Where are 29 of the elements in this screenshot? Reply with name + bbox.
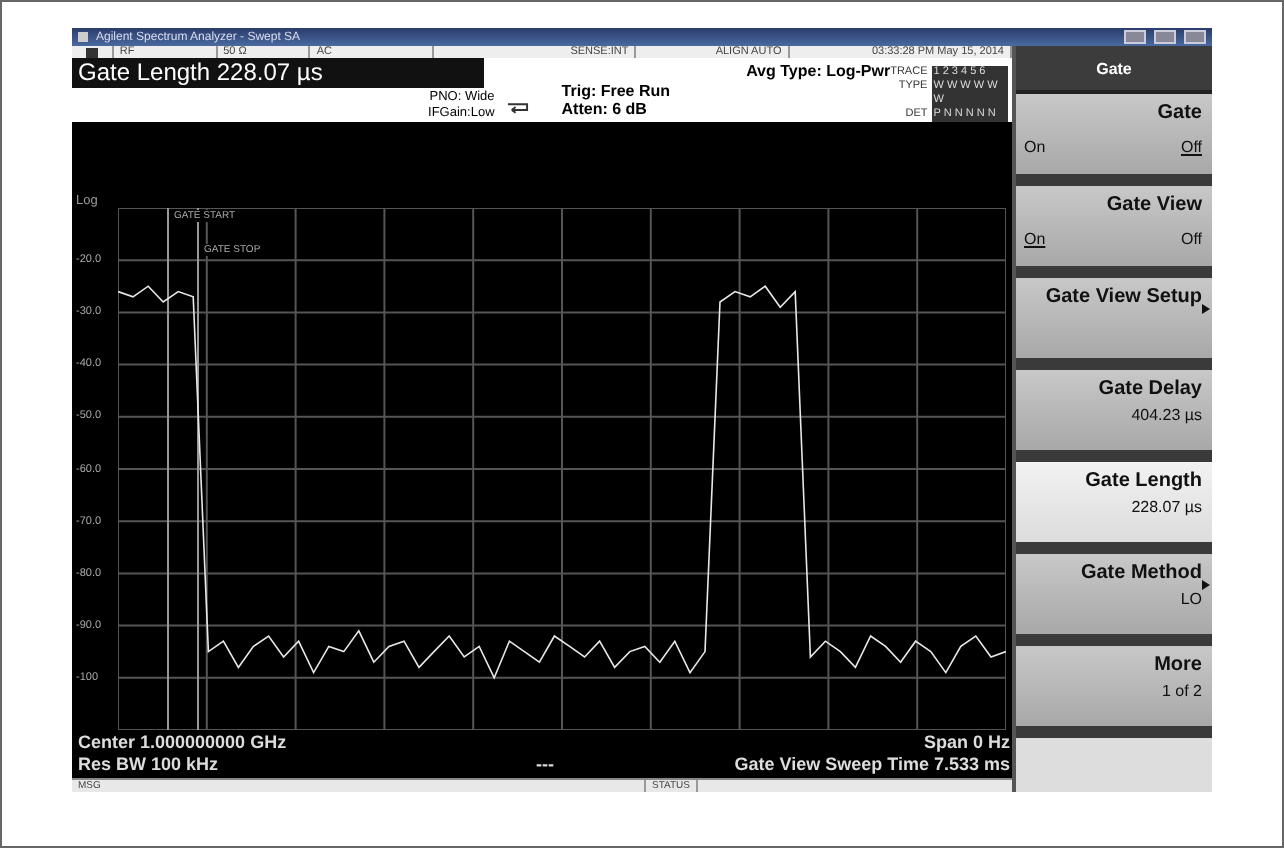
- menu-title: Gate: [1016, 46, 1212, 94]
- sweep-time: Gate View Sweep Time 7.533 ms: [732, 754, 1012, 774]
- toggle-option[interactable]: On: [1024, 230, 1046, 248]
- app-icon: [78, 32, 88, 42]
- softkey-button[interactable]: Gate Delay 404.23 µs: [1016, 370, 1212, 462]
- span-readout: Span 0 Hz: [921, 732, 1012, 752]
- softkey-button[interactable]: Gate On Off: [1016, 94, 1212, 186]
- softkey-button[interactable]: Gate Length 228.07 µs: [1016, 462, 1212, 554]
- softkey-button[interactable]: Gate Method LO: [1016, 554, 1212, 646]
- close-button[interactable]: [1184, 30, 1206, 44]
- maximize-button[interactable]: [1154, 30, 1176, 44]
- trigger-setting: Trig: Free Run: [561, 82, 673, 100]
- average-type: Avg Type: Log-Pwr: [746, 62, 891, 84]
- loop-icon: [506, 102, 530, 114]
- attenuation-setting: Atten: 6 dB: [561, 100, 649, 118]
- submenu-arrow-icon: [1202, 304, 1210, 314]
- softkey-button[interactable]: Gate View On Off: [1016, 186, 1212, 278]
- submenu-arrow-icon: [1202, 580, 1210, 590]
- resolution-bandwidth: Res BW 100 kHz: [78, 754, 221, 774]
- toggle-option[interactable]: Off: [1180, 230, 1202, 248]
- minimize-button[interactable]: [1124, 30, 1146, 44]
- softkey-button[interactable]: More 1 of 2: [1016, 646, 1212, 738]
- softkey-button[interactable]: Gate View Setup: [1016, 278, 1212, 370]
- center-frequency: Center 1.000000000 GHz: [78, 732, 289, 752]
- status-icon: [85, 47, 98, 57]
- footer-indicator: ---: [534, 754, 556, 774]
- active-function-readout: Gate Length 228.07 µs: [72, 58, 484, 88]
- toggle-option[interactable]: Off: [1180, 138, 1202, 156]
- toggle-option[interactable]: On: [1024, 138, 1046, 156]
